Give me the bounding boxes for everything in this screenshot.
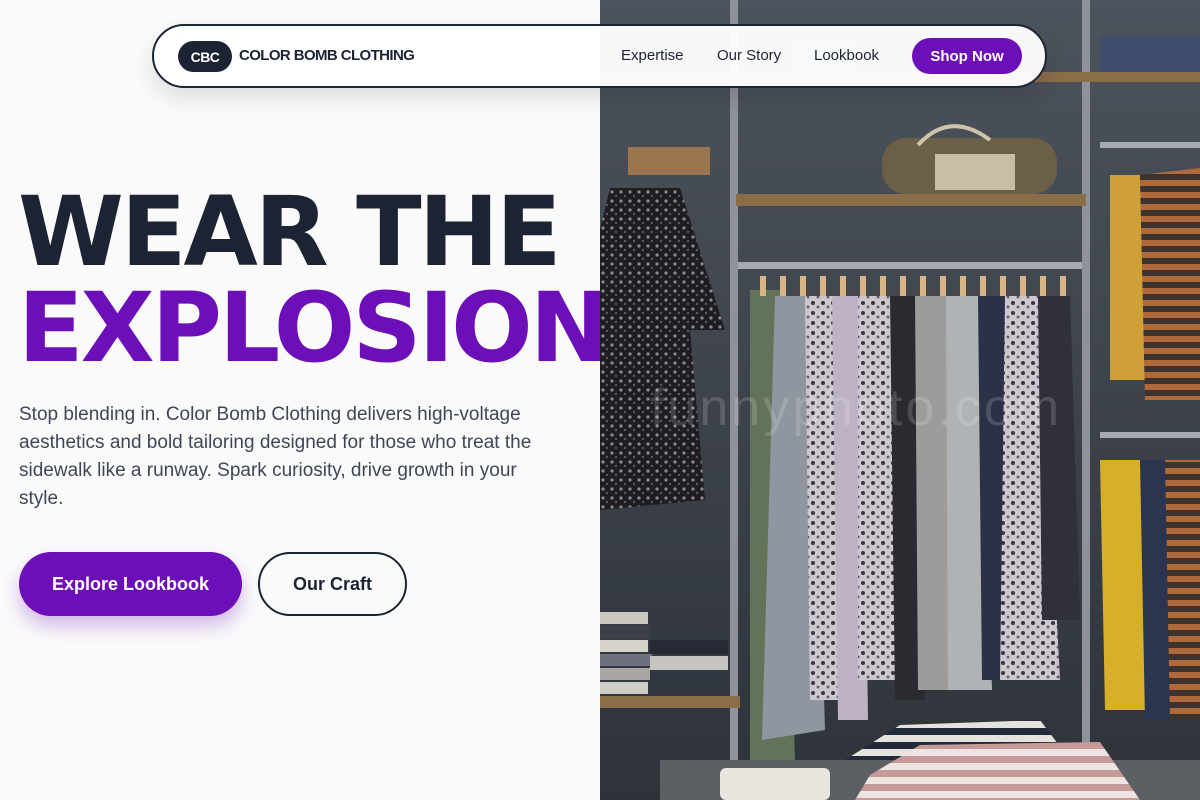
- photo-watermark: funnyphoto.com: [650, 379, 1063, 437]
- nav-link-our-story[interactable]: Our Story: [717, 47, 781, 64]
- explore-lookbook-button[interactable]: Explore Lookbook: [19, 552, 242, 616]
- hero-left-panel: WEAR THE EXPLOSION Stop blending in. Col…: [0, 0, 610, 800]
- nav-link-lookbook[interactable]: Lookbook: [814, 47, 879, 64]
- brand-logo-badge[interactable]: CBC: [178, 41, 232, 72]
- hero-title-line-2: EXPLOSION: [18, 272, 610, 384]
- hero-lead-text: Stop blending in. Color Bomb Clothing de…: [19, 404, 532, 509]
- our-craft-button[interactable]: Our Craft: [258, 552, 407, 616]
- shop-now-button[interactable]: Shop Now: [912, 38, 1022, 74]
- brand-name[interactable]: COLOR BOMB CLOTHING: [239, 47, 415, 64]
- hero-title-line-1: WEAR THE: [18, 176, 562, 288]
- top-navigation-bar: CBC COLOR BOMB CLOTHING Expertise Our St…: [152, 24, 1047, 88]
- nav-link-expertise[interactable]: Expertise: [621, 47, 684, 64]
